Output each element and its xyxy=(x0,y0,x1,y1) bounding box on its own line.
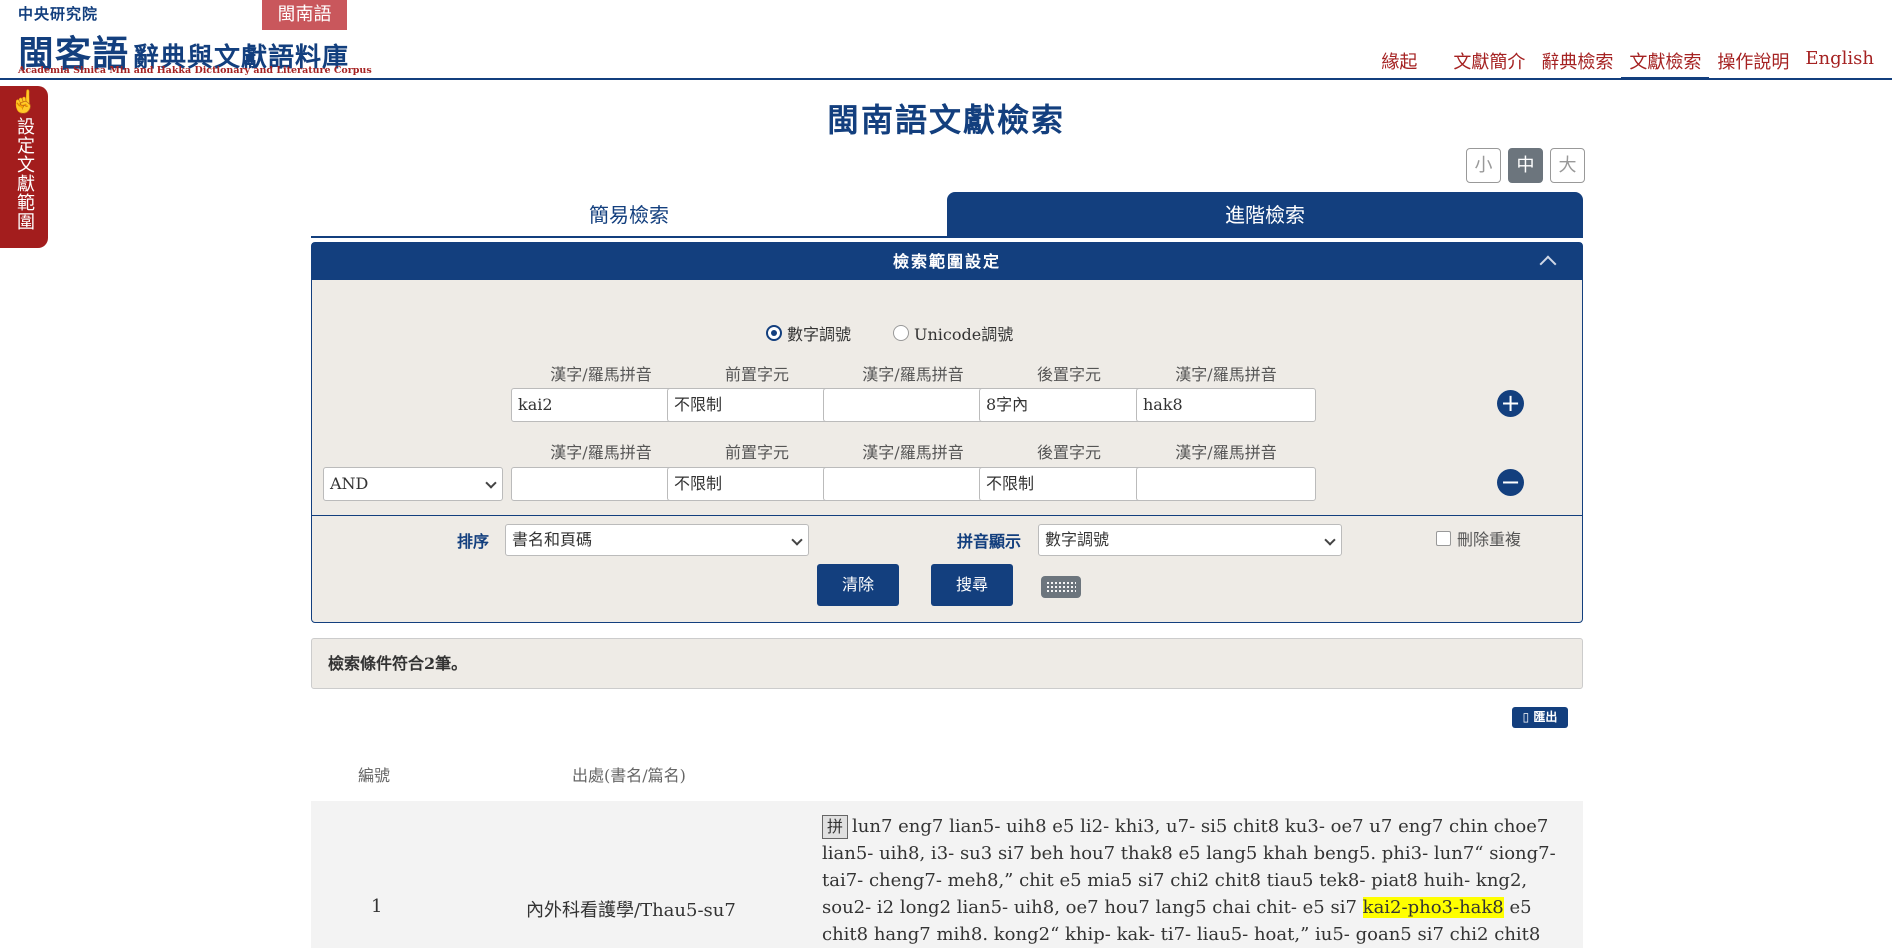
search-tabs: 簡易檢索 進階檢索 xyxy=(311,192,1583,238)
radio-unicode-tone[interactable]: Unicode調號 xyxy=(893,321,1013,345)
radio-label-unicode: Unicode調號 xyxy=(914,325,1014,344)
nav-literature-intro[interactable]: 文獻簡介 xyxy=(1445,48,1533,80)
nav-dictionary-search[interactable]: 辭典檢索 xyxy=(1533,48,1621,80)
panel-divider xyxy=(312,515,1582,516)
nav-origin[interactable]: 緣起 xyxy=(1373,48,1425,80)
tab-advanced-search[interactable]: 進階檢索 xyxy=(947,192,1583,236)
chevron-down-icon xyxy=(1324,534,1336,546)
row1-pre-value: 不限制 xyxy=(674,395,723,414)
pinyin-display-label: 拼音顯示 xyxy=(957,532,1022,551)
row2-term1-input[interactable] xyxy=(511,467,691,501)
row-text: 拼 lun7 eng7 lian5- uih8 e5 li2- khi3, u7-… xyxy=(822,813,1582,948)
logo-institute: 中央研究院 xyxy=(18,5,99,23)
page-title: 閩南語文獻檢索 xyxy=(826,101,1065,139)
remove-row-icon[interactable]: − xyxy=(1497,469,1524,496)
table-row: 1 內外科看護學/Thau5-su7 拼 lun7 eng7 lian5- uih… xyxy=(311,801,1583,948)
label-post-2: 後置字元 xyxy=(1036,443,1101,462)
pinyin-badge[interactable]: 拼 xyxy=(822,815,849,839)
row2-logic-value: AND xyxy=(330,474,369,493)
row1-post-value: 8字內 xyxy=(986,395,1029,414)
panel-title: 檢索範圍設定 xyxy=(892,252,1001,271)
nav-literature-search[interactable]: 文獻檢索 xyxy=(1621,48,1710,80)
pinyin-display-select[interactable]: 數字調號 xyxy=(1038,524,1342,556)
radio-numeric-tone[interactable]: 數字調號 xyxy=(766,321,851,345)
nav-english[interactable]: English xyxy=(1797,48,1882,80)
language-badge[interactable]: 閩南語 xyxy=(262,0,347,30)
site-logo[interactable]: 中央研究院 閩客語 辭典與文獻語料庫 Academia Sinica Min an… xyxy=(18,3,372,76)
result-summary: 檢索條件符合2筆。 xyxy=(311,638,1583,689)
row-text-highlight: kai2-pho3-hak8 xyxy=(1362,897,1504,918)
chevron-up-icon[interactable] xyxy=(1539,255,1557,273)
row2-term3-input[interactable] xyxy=(1136,467,1316,501)
font-size-medium-button[interactable]: 中 xyxy=(1508,148,1543,183)
add-row-icon[interactable]: + xyxy=(1497,390,1524,417)
sort-value: 書名和頁碼 xyxy=(512,530,593,549)
font-size-large-button[interactable]: 大 xyxy=(1550,148,1585,183)
export-label: 匯出 xyxy=(1533,710,1558,724)
column-header-number: 編號 xyxy=(358,766,391,785)
row2-pre-value: 不限制 xyxy=(674,474,723,493)
chevron-down-icon xyxy=(791,534,803,546)
label-term-1: 漢字/羅馬拼音 xyxy=(550,365,652,384)
label-post-1: 後置字元 xyxy=(1036,365,1101,384)
chevron-down-icon xyxy=(485,477,497,489)
label-pre-2: 前置字元 xyxy=(724,443,789,462)
row1-post-select[interactable]: 8字內 xyxy=(979,388,1159,422)
search-button[interactable]: 搜尋 xyxy=(931,564,1013,606)
label-term-5: 漢字/羅馬拼音 xyxy=(862,443,964,462)
row2-term2-input[interactable] xyxy=(823,467,1003,501)
column-header-source: 出處(書名/篇名) xyxy=(572,766,686,785)
search-range-panel: 檢索範圍設定 數字調號 Unicode調號 漢字/羅馬拼音 前置字元 漢字/羅馬… xyxy=(311,242,1583,623)
logo-english: Academia Sinica Min and Hakka Dictionary… xyxy=(18,65,372,76)
row-number: 1 xyxy=(371,896,383,917)
row1-term1-input[interactable]: kai2 xyxy=(511,388,691,422)
row2-pre-select[interactable]: 不限制 xyxy=(667,467,847,501)
document-icon: ▯ xyxy=(1522,710,1530,724)
font-size-toggle: 小 中 大 xyxy=(1466,148,1585,183)
radio-label-numeric: 數字調號 xyxy=(787,325,852,344)
dedupe-checkbox-box[interactable] xyxy=(1436,530,1451,546)
label-term-6: 漢字/羅馬拼音 xyxy=(1175,443,1277,462)
main-nav: 緣起 文獻簡介 辭典檢索 文獻檢索 操作說明 English xyxy=(1373,48,1882,80)
row1-pre-select[interactable]: 不限制 xyxy=(667,388,847,422)
font-size-small-button[interactable]: 小 xyxy=(1466,148,1501,183)
keyboard-icon[interactable] xyxy=(1041,576,1081,598)
row1-term3-input[interactable]: hak8 xyxy=(1136,388,1316,422)
row-source[interactable]: 內外科看護學/Thau5-su7 xyxy=(526,896,736,922)
tab-simple-search[interactable]: 簡易檢索 xyxy=(311,192,947,236)
row2-logic-select[interactable]: AND xyxy=(323,467,503,501)
dedupe-checkbox[interactable]: 刪除重複 xyxy=(1436,526,1521,550)
dedupe-label: 刪除重複 xyxy=(1457,530,1522,549)
export-button[interactable]: ▯ 匯出 xyxy=(1512,707,1568,728)
site-header: 中央研究院 閩客語 辭典與文獻語料庫 Academia Sinica Min an… xyxy=(0,0,1892,80)
sort-label: 排序 xyxy=(457,532,490,551)
clear-button[interactable]: 清除 xyxy=(817,564,899,606)
label-term-3: 漢字/羅馬拼音 xyxy=(1175,365,1277,384)
label-pre-1: 前置字元 xyxy=(724,365,789,384)
tone-mode-radios: 數字調號 Unicode調號 xyxy=(766,321,1013,345)
nav-instructions[interactable]: 操作說明 xyxy=(1709,48,1797,80)
sort-select[interactable]: 書名和頁碼 xyxy=(505,524,809,556)
label-term-2: 漢字/羅馬拼音 xyxy=(862,365,964,384)
radio-dot-numeric[interactable] xyxy=(766,325,782,341)
label-term-4: 漢字/羅馬拼音 xyxy=(550,443,652,462)
row1-term2-input[interactable] xyxy=(823,388,1003,422)
pinyin-display-value: 數字調號 xyxy=(1045,530,1110,549)
row2-post-value: 不限制 xyxy=(986,474,1035,493)
radio-dot-unicode[interactable] xyxy=(893,325,910,341)
row2-post-select[interactable]: 不限制 xyxy=(979,467,1159,501)
panel-header[interactable]: 檢索範圍設定 xyxy=(312,243,1582,280)
